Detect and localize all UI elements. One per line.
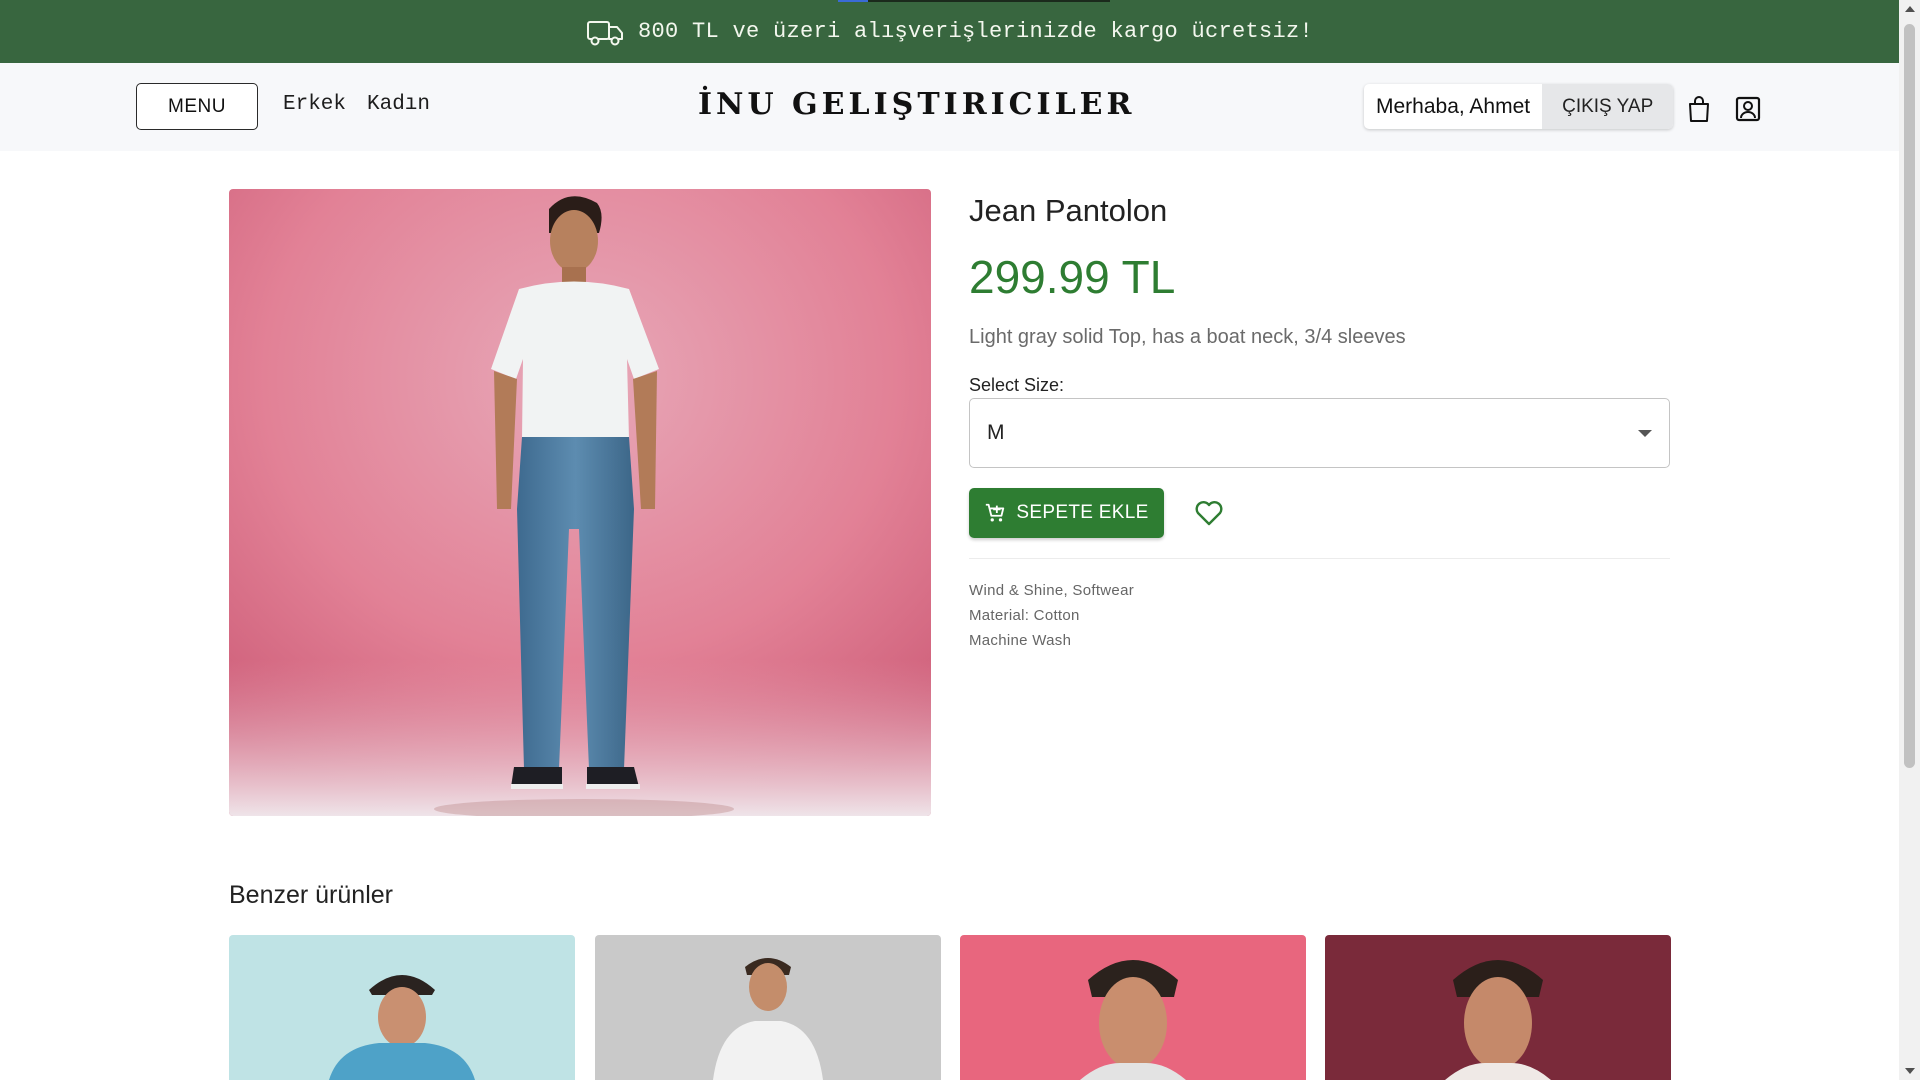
add-to-cart-button[interactable]: SEPETE EKLE <box>969 488 1164 538</box>
nav-link-kadin[interactable]: Kadın <box>367 93 430 116</box>
menu-button[interactable]: MENU <box>136 83 258 130</box>
add-cart-icon <box>986 503 1005 522</box>
promo-text: 800 TL ve üzeri alışverişlerinizde kargo… <box>637 19 1314 44</box>
scroll-down-arrow-icon[interactable] <box>1905 1068 1915 1074</box>
truck-icon <box>586 20 623 45</box>
product-description: Light gray solid Top, has a boat neck, 3… <box>969 326 1406 348</box>
site-header: MENU Erkek Kadın İNU GELIŞTIRICILER Merh… <box>0 63 1899 151</box>
product-material: Material: Cotton <box>969 607 1080 624</box>
scrollbar-thumb[interactable] <box>1904 24 1915 768</box>
user-greeting: Merhaba, Ahmet <box>1376 95 1531 118</box>
product-image <box>229 189 931 816</box>
similar-product-card[interactable] <box>595 935 941 1080</box>
page-scrollbar[interactable] <box>1899 0 1920 1080</box>
scroll-up-arrow-icon[interactable] <box>1905 6 1915 12</box>
product-care: Machine Wash <box>969 632 1072 649</box>
product-brand: Wind & Shine, Softwear <box>969 582 1135 599</box>
similar-products-heading: Benzer ürünler <box>229 881 393 909</box>
size-select-value: M <box>987 421 1005 444</box>
similar-product-card[interactable] <box>960 935 1306 1080</box>
nav-link-erkek[interactable]: Erkek <box>283 93 346 116</box>
shopping-bag-icon[interactable] <box>1685 95 1713 123</box>
heart-icon[interactable] <box>1194 499 1224 527</box>
product-price: 299.99 TL <box>969 251 1176 303</box>
similar-product-card[interactable] <box>1325 935 1671 1080</box>
add-to-cart-label: SEPETE EKLE <box>1016 502 1149 523</box>
user-menu: Merhaba, Ahmet ÇIKIŞ YAP <box>1364 84 1674 129</box>
product-title: Jean Pantolon <box>969 193 1168 228</box>
promo-progress-line <box>838 0 1110 2</box>
similar-product-card[interactable] <box>229 935 575 1080</box>
size-select[interactable]: M <box>969 398 1670 468</box>
brand-logo[interactable]: İNU GELIŞTIRICILER <box>698 87 1135 122</box>
caret-down-icon <box>1638 430 1652 437</box>
promo-banner: 800 TL ve üzeri alışverişlerinizde kargo… <box>0 0 1899 63</box>
details-divider <box>969 558 1670 559</box>
size-label: Select Size: <box>969 375 1065 395</box>
logout-button[interactable]: ÇIKIŞ YAP <box>1542 84 1674 129</box>
user-profile-icon[interactable] <box>1734 95 1762 123</box>
